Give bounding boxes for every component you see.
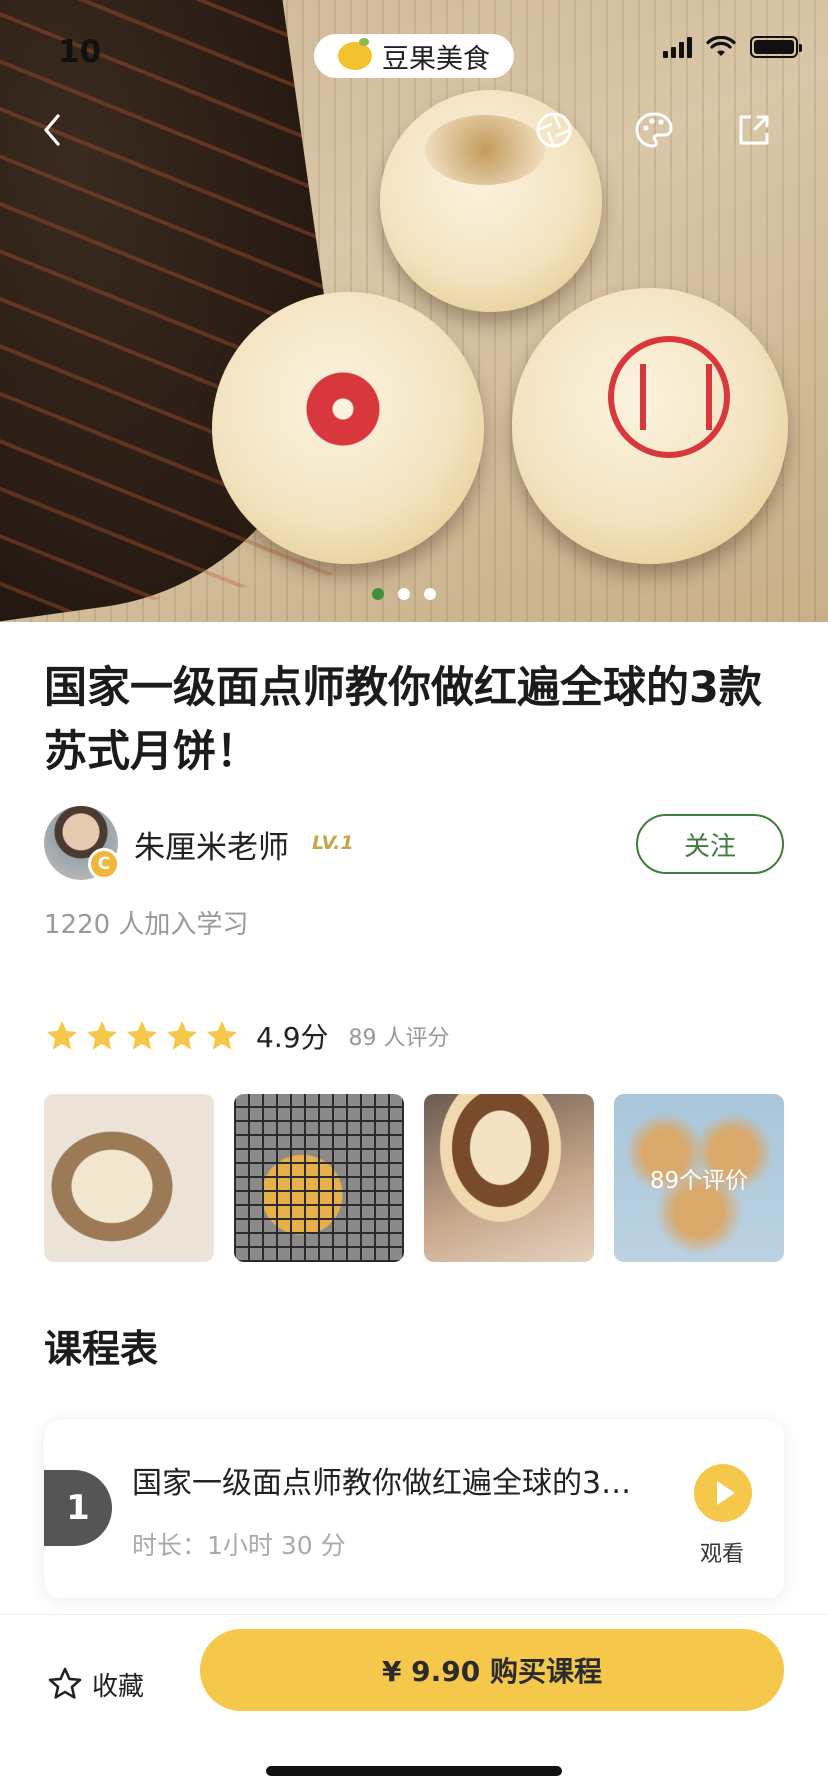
- star-icon: [207, 1021, 237, 1050]
- battery-icon: [750, 36, 802, 58]
- author-name[interactable]: 朱厘米老师: [134, 822, 289, 867]
- more-reviews-label: 89个评价: [649, 1168, 749, 1194]
- hero-image[interactable]: [0, 0, 828, 622]
- star-icon: [87, 1021, 117, 1050]
- more-reviews-tile[interactable]: 89个评价: [614, 1094, 784, 1262]
- top-nav: [0, 108, 828, 158]
- wifi-icon: [706, 36, 736, 56]
- author-row: C 朱厘米老师 LV.1 关注: [44, 806, 784, 882]
- schedule-heading: 课程表: [44, 1327, 159, 1371]
- star-icon: [47, 1021, 77, 1050]
- follow-button[interactable]: 关注: [636, 814, 784, 874]
- play-icon[interactable]: [694, 1464, 752, 1522]
- watch-label[interactable]: 观看: [700, 1536, 744, 1568]
- mooncake-seal: [512, 288, 788, 564]
- certified-badge: C: [88, 848, 120, 880]
- flower-stamp: [298, 364, 388, 454]
- review-photo[interactable]: [234, 1094, 404, 1262]
- mooncake-flower: [212, 292, 484, 564]
- back-icon[interactable]: [30, 108, 74, 152]
- status-bar: 10 豆果美食: [0, 28, 828, 78]
- author-level: LV.1: [312, 832, 354, 854]
- status-time: 10: [58, 34, 102, 70]
- seal-stamp: [608, 336, 730, 458]
- carousel-dot-1[interactable]: [372, 588, 384, 600]
- star-icon: [167, 1021, 197, 1050]
- joined-count: 1220 人加入学习: [44, 910, 249, 940]
- cellular-signal-icon: [663, 36, 692, 58]
- review-thumbnails: 89个评价: [44, 1094, 784, 1262]
- lesson-number: 1: [44, 1470, 112, 1546]
- carousel-dot-3[interactable]: [424, 588, 436, 600]
- lesson-title: 国家一级面点师教你做红遍全球的3款苏式月饼！: [132, 1466, 652, 1501]
- lesson-card[interactable]: 1 国家一级面点师教你做红遍全球的3款苏式月饼！ 时长：1小时 30 分 观看: [44, 1420, 784, 1598]
- app-logo-icon: [338, 38, 372, 70]
- lesson-duration: 时长：1小时 30 分: [132, 1531, 346, 1560]
- palette-icon[interactable]: [632, 108, 676, 152]
- share-icon[interactable]: [732, 108, 776, 152]
- favorite-button[interactable]: 收藏: [46, 1665, 144, 1703]
- carousel-dot-2[interactable]: [398, 588, 410, 600]
- rating-count: 89 人评分: [348, 1026, 450, 1051]
- review-photo[interactable]: [44, 1094, 214, 1262]
- favorite-star-icon: [48, 1667, 82, 1699]
- review-photo[interactable]: [424, 1094, 594, 1262]
- star-icon: [127, 1021, 157, 1050]
- course-title: 国家一级面点师教你做红遍全球的3款苏式月饼！: [44, 663, 762, 777]
- carousel-dots: [372, 588, 436, 600]
- home-indicator[interactable]: [266, 1766, 562, 1776]
- rating-score: 4.9分: [256, 1021, 329, 1054]
- rating-row: 4.9分 89 人评分: [44, 1016, 450, 1056]
- camera-shutter-icon[interactable]: [532, 108, 576, 152]
- status-icons: [663, 36, 802, 58]
- buy-course-button[interactable]: ¥ 9.90 购买课程: [200, 1629, 784, 1711]
- favorite-label: 收藏: [92, 1671, 145, 1702]
- app-badge: 豆果美食: [314, 34, 514, 78]
- app-name: 豆果美食: [382, 43, 490, 75]
